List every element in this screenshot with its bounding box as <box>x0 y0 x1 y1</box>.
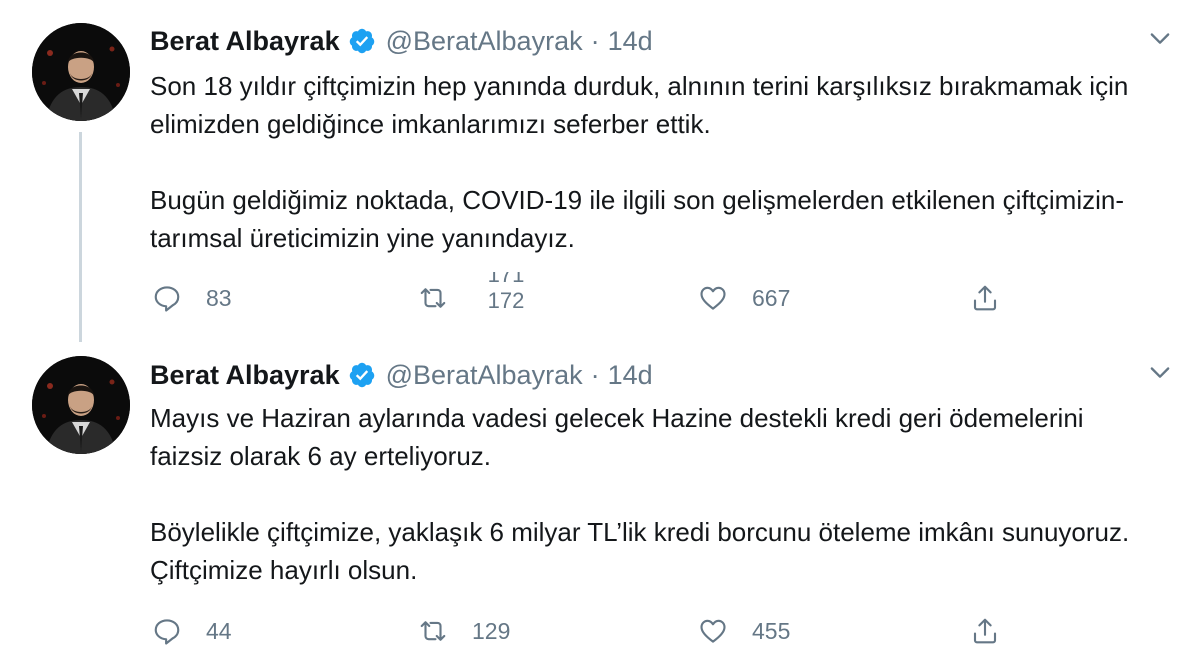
author-name[interactable]: Berat Albayrak <box>150 360 340 391</box>
retweet-button[interactable] <box>418 278 448 318</box>
verified-badge-icon <box>348 27 376 55</box>
tweet-paragraph: Son 18 yıldır çiftçimizin hep yanında du… <box>150 71 1129 139</box>
tweet-timestamp[interactable]: 14d <box>608 26 653 57</box>
tweet-text: Mayıs ve Haziran aylarında vadesi gelece… <box>150 399 1160 589</box>
tweet-paragraph: Mayıs ve Haziran aylarında vadesi gelece… <box>150 403 1084 471</box>
separator-dot: · <box>590 25 600 56</box>
retweet-count-new: 172 <box>487 288 525 313</box>
tweet-paragraph: Bugün geldiğimiz noktada, COVID-19 ile i… <box>150 185 1125 253</box>
retweet-icon <box>420 288 446 308</box>
tweet-actions: 44 129 455 <box>150 611 1050 651</box>
chevron-down-icon[interactable] <box>1146 24 1174 52</box>
heart-icon <box>700 286 726 310</box>
reply-button[interactable]: 83 <box>152 278 232 318</box>
like-button[interactable]: 455 <box>698 611 790 651</box>
author-name[interactable]: Berat Albayrak <box>150 26 340 57</box>
like-button[interactable]: 667 <box>698 278 790 318</box>
author-handle[interactable]: @BeratAlbayrak <box>386 360 583 391</box>
tweet[interactable]: Berat Albayrak @BeratAlbayrak · 14d Mayı… <box>0 340 1200 664</box>
heart-icon <box>700 619 726 643</box>
tweet-timestamp[interactable]: 14d <box>608 360 653 391</box>
reply-count: 44 <box>206 617 232 644</box>
tweet-actions: 83 171 172 667 <box>150 272 1050 318</box>
retweet-icon <box>420 621 446 641</box>
avatar[interactable] <box>32 23 130 121</box>
reply-button[interactable]: 44 <box>152 611 232 651</box>
avatar-image <box>32 356 130 454</box>
author-handle[interactable]: @BeratAlbayrak <box>386 26 583 57</box>
retweet-button[interactable]: 129 <box>418 611 510 651</box>
avatar-image <box>32 23 130 121</box>
chevron-down-icon[interactable] <box>1146 358 1174 386</box>
reply-icon <box>154 619 180 645</box>
verified-badge-icon <box>348 361 376 389</box>
avatar[interactable] <box>32 356 130 454</box>
share-icon <box>973 618 997 644</box>
share-icon <box>973 285 997 311</box>
tweet-header: Berat Albayrak @BeratAlbayrak · 14d <box>150 357 653 393</box>
tweet-paragraph: Böylelikle çiftçimize, yaklaşık 6 milyar… <box>150 517 1130 585</box>
retweet-count-animating: 171 172 <box>486 272 526 324</box>
tweet-text: Son 18 yıldır çiftçimizin hep yanında du… <box>150 67 1160 257</box>
retweet-count: 129 <box>472 617 511 644</box>
separator-dot: · <box>590 359 600 390</box>
reply-count: 83 <box>206 284 232 311</box>
reply-icon <box>154 286 180 312</box>
tweet-header: Berat Albayrak @BeratAlbayrak · 14d <box>150 23 653 59</box>
retweet-count-old: 171 <box>487 272 525 287</box>
like-count: 455 <box>752 617 791 644</box>
share-button[interactable] <box>970 611 1000 651</box>
like-count: 667 <box>752 284 791 311</box>
tweet[interactable]: Berat Albayrak @BeratAlbayrak · 14d Son … <box>0 0 1200 340</box>
share-button[interactable] <box>970 278 1000 318</box>
